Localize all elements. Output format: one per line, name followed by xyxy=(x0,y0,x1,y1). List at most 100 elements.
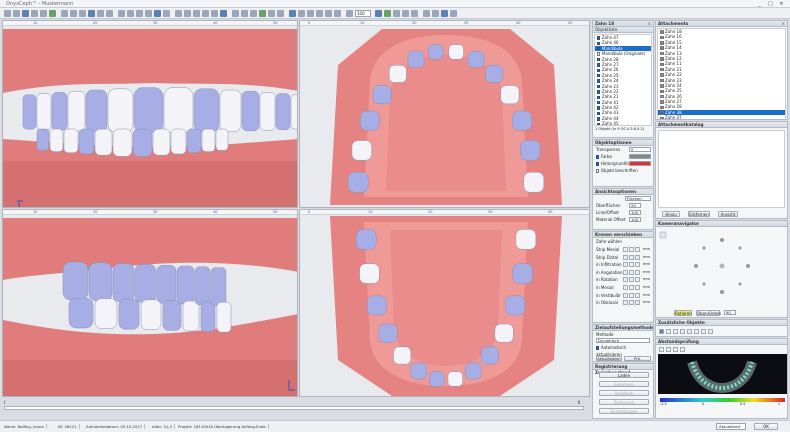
toolbar-icon[interactable] xyxy=(450,10,457,17)
toolbar-icon[interactable] xyxy=(49,10,56,17)
upper-tooth[interactable] xyxy=(36,93,52,130)
object-tool-icon[interactable] xyxy=(673,329,678,334)
arch-tooth[interactable] xyxy=(480,346,499,365)
attachment-list-item[interactable]: Zahn 37 xyxy=(658,115,785,119)
arch-tooth[interactable] xyxy=(512,263,533,284)
toolbar-icon[interactable] xyxy=(175,10,182,17)
arch-tooth[interactable] xyxy=(485,65,504,83)
toolbar-icon[interactable] xyxy=(79,10,86,17)
arch-tooth[interactable] xyxy=(448,44,464,60)
arch-tooth[interactable] xyxy=(393,346,412,365)
stepper-button[interactable] xyxy=(623,262,628,268)
toolbar-icon[interactable] xyxy=(154,10,161,17)
load-button[interactable]: Laden xyxy=(599,372,649,378)
stepper-button[interactable] xyxy=(635,262,640,268)
label-checkbox[interactable] xyxy=(596,169,600,173)
tooth-move-field[interactable] xyxy=(629,284,634,290)
lower-tooth[interactable] xyxy=(140,299,162,331)
stepper-button[interactable] xyxy=(623,269,628,275)
toolbar-icon[interactable] xyxy=(22,10,29,17)
viewport-occlusal-lower[interactable]: 0 10 20 30 40 xyxy=(299,209,590,397)
toolbar-icon[interactable] xyxy=(136,10,143,17)
visibility-checkbox[interactable] xyxy=(597,106,601,110)
lower-tooth[interactable] xyxy=(63,128,79,154)
toolbar-icon[interactable] xyxy=(13,10,20,17)
upper-tooth[interactable] xyxy=(194,266,211,306)
lower-tooth[interactable] xyxy=(162,300,182,331)
tooth-move-field[interactable] xyxy=(629,262,634,268)
compare-button[interactable]: Vergleich xyxy=(599,390,649,396)
arch-tooth[interactable] xyxy=(351,140,372,161)
visibility-checkbox[interactable] xyxy=(597,90,601,94)
toolbar-icon[interactable] xyxy=(211,10,218,17)
navigator-control[interactable] xyxy=(656,228,788,308)
tooth-move-field[interactable] xyxy=(629,247,634,252)
toolbar-icon[interactable] xyxy=(193,10,200,17)
method-select[interactable]: Dynamisch xyxy=(596,338,650,343)
object-tool-icon[interactable] xyxy=(701,329,706,334)
stepper-button[interactable] xyxy=(623,277,628,283)
toolbar-icon[interactable] xyxy=(402,10,409,17)
visibility-checkbox[interactable] xyxy=(597,57,601,62)
toolbar-icon[interactable] xyxy=(118,10,125,17)
visibility-checkbox[interactable] xyxy=(597,122,601,125)
lower-tooth[interactable] xyxy=(36,128,50,151)
stepper-button[interactable] xyxy=(635,292,640,298)
upper-tooth[interactable] xyxy=(241,90,260,132)
arch-tooth[interactable] xyxy=(367,295,387,316)
toolbar-icon[interactable] xyxy=(384,10,391,17)
stepper-button[interactable] xyxy=(635,247,640,252)
upper-tooth[interactable] xyxy=(219,89,242,132)
transparency-field[interactable]: 0 xyxy=(629,147,651,152)
stepper-button[interactable] xyxy=(623,292,628,298)
auto-update-checkbox[interactable] xyxy=(596,346,600,350)
zoom-select[interactable]: 100 xyxy=(355,10,371,17)
toolbar-icon[interactable] xyxy=(232,10,239,17)
toolbar-icon[interactable] xyxy=(145,10,152,17)
upper-tooth[interactable] xyxy=(62,261,89,301)
mesh-tool-icon[interactable] xyxy=(680,347,685,352)
ok-button[interactable]: OK xyxy=(754,423,778,430)
upper-tooth[interactable] xyxy=(156,264,177,304)
timeline-track[interactable] xyxy=(4,406,584,410)
object-tool-icon[interactable] xyxy=(694,329,699,334)
viewport-occlusal-upper[interactable]: 0 10 20 30 40 50 xyxy=(299,20,590,208)
toolbar-icon[interactable] xyxy=(346,10,353,17)
lower-tooth[interactable] xyxy=(118,298,140,330)
visibility-checkbox[interactable] xyxy=(597,36,601,40)
stepper-button[interactable] xyxy=(635,277,640,283)
visibility-checkbox[interactable] xyxy=(597,79,601,83)
toolbar-icon[interactable] xyxy=(393,10,400,17)
toolbar-icon[interactable] xyxy=(40,10,47,17)
object-list-item[interactable]: Zahn 45 xyxy=(595,121,651,125)
lower-tooth[interactable] xyxy=(132,128,153,157)
lower-tooth[interactable] xyxy=(49,128,64,152)
toolbar-icon[interactable] xyxy=(61,10,68,17)
bg-color-swatch[interactable] xyxy=(629,161,651,166)
toolbar-icon[interactable] xyxy=(70,10,77,17)
nav-angle-field[interactable]: 90 xyxy=(724,310,736,315)
lower-tooth[interactable] xyxy=(200,301,216,332)
toolbar-icon[interactable] xyxy=(325,10,332,17)
arch-tooth[interactable] xyxy=(512,110,532,131)
arch-tooth[interactable] xyxy=(515,229,537,250)
arch-tooth[interactable] xyxy=(520,140,541,161)
close-button[interactable]: ✕ xyxy=(778,1,785,7)
toolbar-icon[interactable] xyxy=(298,10,305,17)
object-list[interactable]: Zahn 47 Zahn 46 Mandibula Mandibula (Origin… xyxy=(594,34,652,126)
arch-tooth[interactable] xyxy=(465,362,482,380)
tooth-move-field[interactable] xyxy=(629,269,634,275)
stepper-button[interactable] xyxy=(623,254,628,260)
tooth-move-field[interactable] xyxy=(629,292,634,298)
remove-attachment-button[interactable]: Entfernen xyxy=(688,211,710,217)
toolbar-icon[interactable] xyxy=(184,10,191,17)
arch-tooth[interactable] xyxy=(467,51,485,68)
toolbar-icon[interactable] xyxy=(127,10,134,17)
arch-tooth[interactable] xyxy=(372,85,392,105)
arch-tooth[interactable] xyxy=(355,229,377,250)
stepper-button[interactable] xyxy=(623,300,628,306)
gear-icon[interactable] xyxy=(708,329,713,334)
add-object-icon[interactable] xyxy=(659,329,664,334)
upper-tooth[interactable] xyxy=(290,94,298,130)
attachment-catalog-preview[interactable] xyxy=(658,130,785,208)
